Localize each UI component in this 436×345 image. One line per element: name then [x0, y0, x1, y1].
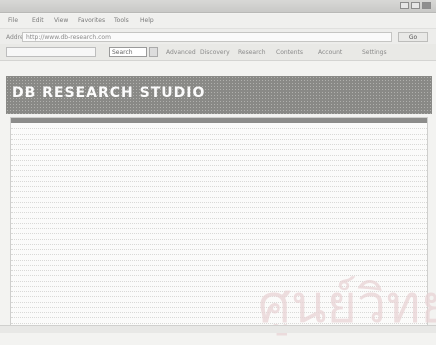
menu-help[interactable]: Help — [140, 17, 154, 24]
close-button[interactable] — [422, 2, 431, 9]
address-input[interactable]: http://www.db-research.com — [22, 32, 392, 42]
link-research[interactable]: Research — [238, 49, 266, 56]
address-url: http://www.db-research.com — [26, 34, 111, 41]
results-list — [11, 124, 427, 324]
menu-edit[interactable]: Edit — [32, 17, 44, 24]
address-bar: Address http://www.db-research.com Go — [0, 28, 436, 45]
maximize-button[interactable] — [411, 2, 420, 9]
go-button[interactable]: Go — [398, 32, 428, 42]
page-title: DB RESEARCH STUDIO — [12, 85, 206, 101]
title-bar — [0, 0, 436, 13]
link-contents[interactable]: Contents — [276, 49, 303, 56]
links-bar: Search Advanced Discovery Research Conte… — [0, 44, 436, 61]
search-icon[interactable] — [149, 47, 158, 57]
link-account[interactable]: Account — [318, 49, 342, 56]
page-banner: DB RESEARCH STUDIO — [6, 76, 432, 114]
link-advanced[interactable]: Advanced — [166, 49, 196, 56]
link-discovery[interactable]: Discovery — [200, 49, 230, 56]
menu-file[interactable]: File — [8, 17, 18, 24]
link-settings[interactable]: Settings — [362, 49, 387, 56]
menu-view[interactable]: View — [54, 17, 68, 24]
engine-select[interactable] — [6, 47, 96, 57]
results-header — [11, 118, 427, 123]
search-input[interactable]: Search — [109, 47, 147, 57]
list-item[interactable] — [11, 318, 427, 324]
menu-favorites[interactable]: Favorites — [78, 17, 105, 24]
menu-tools[interactable]: Tools — [114, 17, 129, 24]
minimize-button[interactable] — [400, 2, 409, 9]
menu-bar: File Edit View Favorites Tools Help — [0, 14, 436, 28]
results-panel — [10, 117, 428, 329]
